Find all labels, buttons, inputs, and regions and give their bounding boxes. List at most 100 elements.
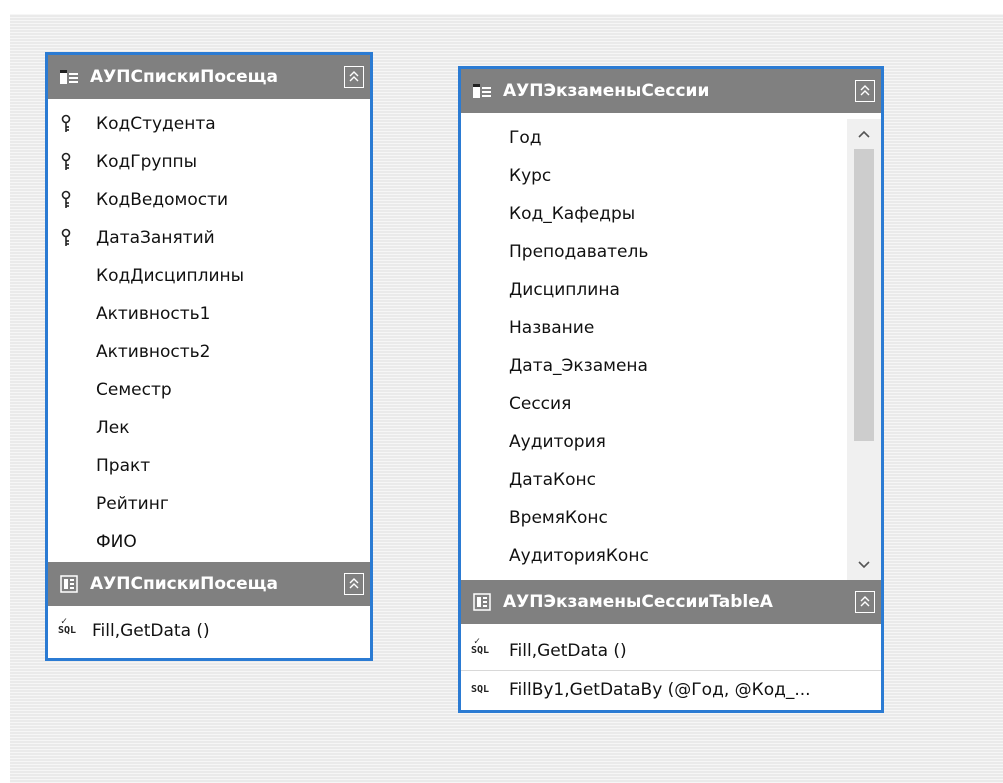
field-row[interactable]: Рейтинг [48, 485, 370, 523]
field-row[interactable]: Код_Кафедры [461, 195, 847, 233]
field-name: Практ [96, 456, 151, 476]
field-row[interactable]: Сессия [461, 385, 847, 423]
query-method[interactable]: SQL FillBy1,GetDataBy (@Год, @Код_... [461, 671, 881, 709]
field-name: Год [509, 128, 542, 148]
field-row[interactable]: Дата_Экзамена [461, 347, 847, 385]
field-gutter [48, 257, 84, 295]
query-method[interactable]: ✓ SQL Fill,GetData () [461, 632, 881, 671]
vertical-scrollbar[interactable] [847, 119, 881, 580]
field-name: Дата_Экзамена [509, 356, 648, 376]
field-gutter [461, 271, 497, 309]
datatable-icon [58, 66, 80, 88]
field-gutter [48, 447, 84, 485]
field-row[interactable]: КодДисциплины [48, 257, 370, 295]
field-gutter [461, 385, 497, 423]
field-name: КодВедомости [96, 190, 229, 210]
field-row[interactable]: Название [461, 309, 847, 347]
field-row[interactable]: ДатаЗанятий [48, 219, 370, 257]
field-row[interactable]: Дисциплина [461, 271, 847, 309]
tableadapter-icon [471, 591, 493, 613]
field-row[interactable]: Курс [461, 157, 847, 195]
chevron-down-icon[interactable] [847, 550, 881, 580]
method-label: Fill,GetData () [92, 621, 210, 641]
field-gutter [48, 295, 84, 333]
primary-key-icon [48, 219, 84, 257]
table-header[interactable]: АУПЭкзаменыСессии [461, 69, 881, 113]
field-name: Семестр [96, 380, 172, 400]
field-name: Код_Кафедры [509, 204, 636, 224]
field-row[interactable]: КодВедомости [48, 181, 370, 219]
field-gutter [461, 461, 497, 499]
field-name: ВремяКонс [509, 508, 608, 528]
field-name: ДатаЗанятий [96, 228, 215, 248]
collapse-chevron-icon[interactable] [855, 80, 875, 102]
field-name: Сессия [509, 394, 572, 414]
table-header[interactable]: АУПСпискиПосеща [48, 55, 370, 99]
field-row[interactable]: ФИО [48, 523, 370, 561]
field-name: Курс [509, 166, 552, 186]
tableadapter-title: АУПЭкзаменыСессииTableA [503, 592, 773, 612]
field-gutter [461, 119, 497, 157]
datatable-icon [471, 80, 493, 102]
query-method[interactable]: ✓ SQL Fill,GetData () [48, 612, 370, 650]
sql-check-icon: ✓ SQL [470, 636, 490, 656]
field-gutter [48, 333, 84, 371]
field-gutter [461, 499, 497, 537]
field-row[interactable]: Практ [48, 447, 370, 485]
field-name: ДатаКонс [509, 470, 596, 490]
field-row[interactable]: Активность1 [48, 295, 370, 333]
field-name: АудиторияКонс [509, 546, 649, 566]
field-name: ФИО [96, 532, 137, 552]
field-name: Активность2 [96, 342, 211, 362]
field-row[interactable]: КодСтудента [48, 105, 370, 143]
field-gutter [461, 309, 497, 347]
sql-check-icon: ✓ SQL [57, 616, 77, 636]
field-name: Активность1 [96, 304, 211, 324]
tableadapter-title: АУПСпискиПосеща [90, 574, 278, 594]
collapse-chevron-icon[interactable] [344, 66, 364, 88]
field-gutter [461, 423, 497, 461]
method-label: Fill,GetData () [509, 641, 627, 661]
datatable-aup-ekzameny-sessii[interactable]: АУПЭкзаменыСессии Год Курс Код_Кафедры Преп… [458, 66, 884, 713]
field-row[interactable]: Аудитория [461, 423, 847, 461]
tableadapter-icon [58, 573, 80, 595]
field-name: Аудитория [509, 432, 606, 452]
tableadapter-header[interactable]: АУПЭкзаменыСессииTableA [461, 580, 881, 624]
field-row[interactable]: Лек [48, 409, 370, 447]
field-gutter [461, 233, 497, 271]
method-label: FillBy1,GetDataBy (@Год, @Код_... [509, 680, 811, 700]
datatable-aup-spiski-poseshcheniya[interactable]: АУПСпискиПосеща КодСтудента КодГруппы КодВ… [45, 52, 373, 661]
field-gutter [48, 485, 84, 523]
primary-key-icon [48, 143, 84, 181]
field-name: Рейтинг [96, 494, 169, 514]
field-row[interactable]: Активность2 [48, 333, 370, 371]
tableadapter-header[interactable]: АУПСпискиПосеща [48, 562, 370, 606]
table-title: АУПСпискиПосеща [90, 67, 278, 87]
field-name: Название [509, 318, 595, 338]
field-name: Лек [96, 418, 130, 438]
field-row[interactable]: ДатаКонс [461, 461, 847, 499]
sql-icon: SQL [470, 684, 490, 695]
field-gutter [48, 409, 84, 447]
field-gutter [461, 347, 497, 385]
field-gutter [461, 157, 497, 195]
field-row[interactable]: КодГруппы [48, 143, 370, 181]
field-row[interactable]: Год [461, 119, 847, 157]
field-row[interactable]: Семестр [48, 371, 370, 409]
chevron-up-icon[interactable] [847, 119, 881, 149]
field-name: Дисциплина [509, 280, 620, 300]
primary-key-icon [48, 181, 84, 219]
field-gutter [48, 523, 84, 561]
field-name: КодДисциплины [96, 266, 245, 286]
collapse-chevron-icon[interactable] [855, 591, 875, 613]
table-title: АУПЭкзаменыСессии [503, 81, 710, 101]
field-gutter [461, 537, 497, 575]
field-name: Преподаватель [509, 242, 649, 262]
field-row[interactable]: ВремяКонс [461, 499, 847, 537]
field-name: КодСтудента [96, 114, 216, 134]
field-row[interactable]: Преподаватель [461, 233, 847, 271]
collapse-chevron-icon[interactable] [344, 573, 364, 595]
field-gutter [48, 371, 84, 409]
scrollbar-thumb[interactable] [854, 149, 874, 441]
field-row[interactable]: АудиторияКонс [461, 537, 847, 575]
